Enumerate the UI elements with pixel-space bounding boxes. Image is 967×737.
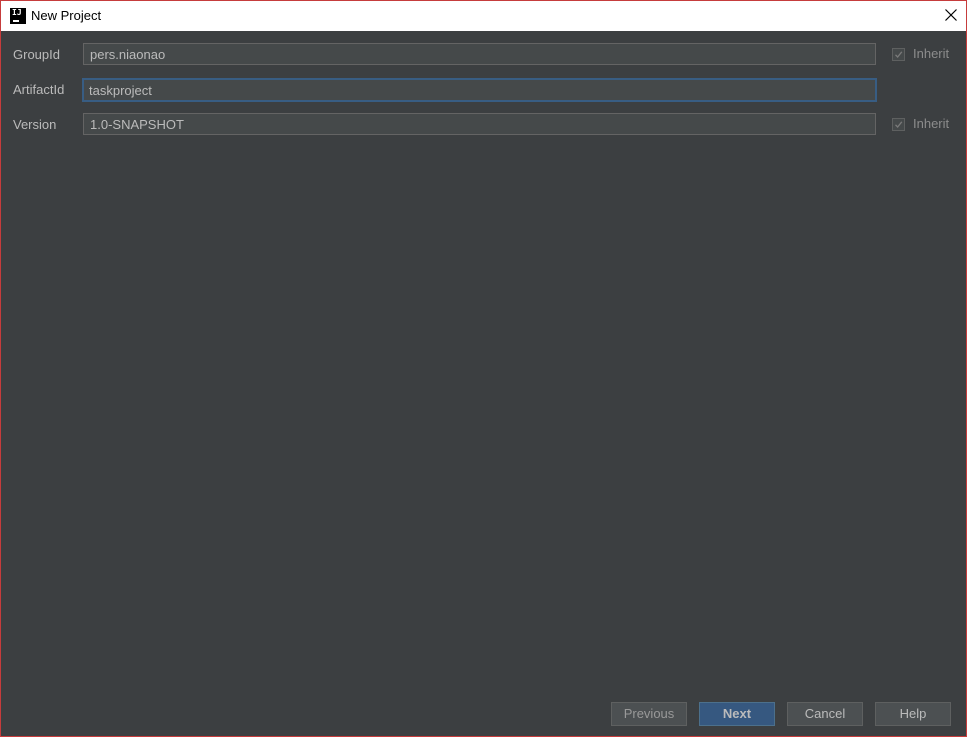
intellij-icon: IJ [10,8,26,24]
version-field[interactable] [83,113,876,135]
dialog-content: GroupId Inherit ArtifactId Version Inher… [1,31,966,736]
check-icon [895,50,903,58]
next-button[interactable]: Next [699,702,775,726]
version-inherit-label: Inherit [913,116,950,131]
window-title: New Project [31,8,102,23]
artifact-id-label: ArtifactId [13,82,65,97]
version-inherit[interactable]: Inherit [892,116,949,132]
artifact-id-field[interactable] [82,78,877,102]
previous-button[interactable]: Previous [611,702,687,726]
help-button[interactable]: Help [875,702,951,726]
cancel-button[interactable]: Cancel [787,702,863,726]
close-button[interactable] [935,1,966,31]
group-id-inherit-label: Inherit [913,46,950,61]
group-id-inherit[interactable]: Inherit [892,46,949,62]
new-project-dialog: IJ New Project GroupId Inherit ArtifactI… [0,0,967,737]
group-id-field[interactable] [83,43,876,65]
title-bar[interactable]: IJ New Project [1,1,966,31]
close-icon [945,9,957,21]
group-id-inherit-checkbox[interactable] [892,47,905,61]
group-id-label: GroupId [13,47,60,62]
version-label: Version [13,117,57,132]
check-icon [895,120,903,128]
version-inherit-checkbox[interactable] [892,117,905,131]
